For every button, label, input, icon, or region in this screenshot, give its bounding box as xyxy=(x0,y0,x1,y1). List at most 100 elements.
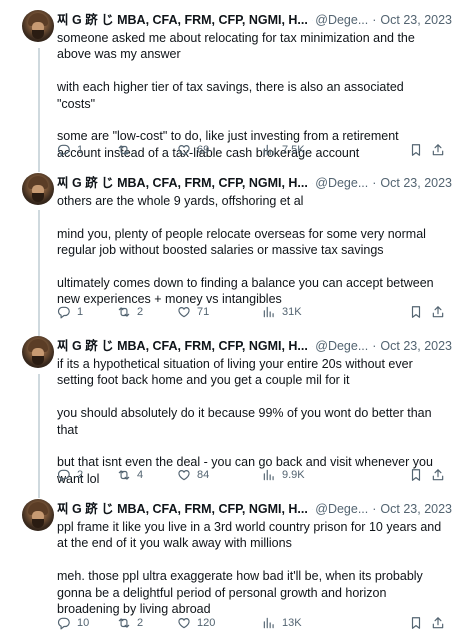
views-chart-icon xyxy=(263,617,274,629)
reply-count: 10 xyxy=(77,617,90,629)
like-count: 84 xyxy=(197,469,210,481)
views-button[interactable]: 13K xyxy=(262,615,302,631)
tweet[interactable]: 찌 G 跻 じ MBA, CFA, FRM, CFP, NGMI, H... @… xyxy=(0,499,454,635)
bookmark-button[interactable] xyxy=(409,615,423,631)
reply-icon xyxy=(57,469,70,482)
retweet-icon xyxy=(118,307,130,317)
action-bar: 10 2 120 13K xyxy=(57,615,447,631)
tweet-header: 찌 G 跻 じ MBA, CFA, FRM, CFP, NGMI, H... @… xyxy=(57,500,452,518)
share-icon xyxy=(432,306,444,318)
tweet-text: ppl frame it like you live in a 3rd worl… xyxy=(57,519,442,617)
views-chart-icon xyxy=(263,469,274,481)
tweet-paragraph: ppl frame it like you live in a 3rd worl… xyxy=(57,520,442,551)
reply-button[interactable]: 1 xyxy=(57,142,83,158)
share-button[interactable] xyxy=(431,467,445,483)
tweet-date[interactable]: Oct 23, 2023 xyxy=(380,337,452,355)
tweet-paragraph: with each higher tier of tax savings, th… xyxy=(57,80,404,111)
heart-icon xyxy=(178,145,190,156)
tweet-paragraph: you should absolutely do it because 99% … xyxy=(57,406,432,437)
action-bar: 1 69 7.5K xyxy=(57,142,447,158)
author-handle[interactable]: @Dege... xyxy=(315,174,368,192)
heart-icon xyxy=(178,470,190,481)
author-name[interactable]: 찌 G 跻 じ MBA, CFA, FRM, CFP, NGMI, H... xyxy=(57,174,308,192)
tweet-text: others are the whole 9 yards, offshoring… xyxy=(57,193,442,308)
retweet-icon xyxy=(118,618,130,628)
reply-button[interactable]: 2 xyxy=(57,467,83,483)
reply-button[interactable]: 10 xyxy=(57,615,89,631)
view-count: 13K xyxy=(282,617,302,629)
author-handle[interactable]: @Dege... xyxy=(315,500,368,518)
retweet-button[interactable]: 4 xyxy=(117,467,143,483)
tweet-header: 찌 G 跻 じ MBA, CFA, FRM, CFP, NGMI, H... @… xyxy=(57,337,452,355)
tweet[interactable]: 찌 G 跻 じ MBA, CFA, FRM, CFP, NGMI, H... @… xyxy=(0,173,454,325)
bookmark-button[interactable] xyxy=(409,467,423,483)
share-icon xyxy=(432,469,444,481)
share-button[interactable] xyxy=(431,304,445,320)
avatar[interactable] xyxy=(22,499,54,531)
reply-icon xyxy=(57,617,70,630)
views-chart-icon xyxy=(263,144,274,156)
reply-icon xyxy=(57,306,70,319)
bookmark-button[interactable] xyxy=(409,304,423,320)
heart-icon xyxy=(178,307,190,318)
author-handle[interactable]: @Dege... xyxy=(315,337,368,355)
tweet-date[interactable]: Oct 23, 2023 xyxy=(380,11,452,29)
avatar[interactable] xyxy=(22,173,54,205)
tweet-date[interactable]: Oct 23, 2023 xyxy=(380,500,452,518)
view-count: 31K xyxy=(282,306,302,318)
views-button[interactable]: 9.9K xyxy=(262,467,305,483)
separator-dot: · xyxy=(372,13,377,27)
tweet-header: 찌 G 跻 じ MBA, CFA, FRM, CFP, NGMI, H... @… xyxy=(57,11,452,29)
separator-dot: · xyxy=(372,176,377,190)
retweet-count: 2 xyxy=(137,306,144,318)
tweet[interactable]: 찌 G 跻 じ MBA, CFA, FRM, CFP, NGMI, H... @… xyxy=(0,10,454,162)
retweet-button[interactable]: 2 xyxy=(117,304,143,320)
separator-dot: · xyxy=(372,502,377,516)
bookmark-button[interactable] xyxy=(409,142,423,158)
heart-icon xyxy=(178,618,190,629)
share-button[interactable] xyxy=(431,142,445,158)
tweet-paragraph: someone asked me about relocating for ta… xyxy=(57,31,415,62)
tweet-paragraph: meh. those ppl ultra exaggerate how bad … xyxy=(57,569,423,617)
author-name[interactable]: 찌 G 跻 じ MBA, CFA, FRM, CFP, NGMI, H... xyxy=(57,337,308,355)
author-name[interactable]: 찌 G 跻 じ MBA, CFA, FRM, CFP, NGMI, H... xyxy=(57,11,308,29)
action-bar: 1 2 71 31K xyxy=(57,304,447,320)
like-count: 71 xyxy=(197,306,210,318)
retweet-count: 4 xyxy=(137,469,144,481)
reply-count: 1 xyxy=(77,144,84,156)
retweet-button[interactable] xyxy=(117,142,137,158)
separator-dot: · xyxy=(372,339,377,353)
view-count: 7.5K xyxy=(282,144,305,156)
retweet-button[interactable]: 2 xyxy=(117,615,143,631)
author-name[interactable]: 찌 G 跻 じ MBA, CFA, FRM, CFP, NGMI, H... xyxy=(57,500,308,518)
reply-button[interactable]: 1 xyxy=(57,304,83,320)
reply-count: 2 xyxy=(77,469,84,481)
author-handle[interactable]: @Dege... xyxy=(315,11,368,29)
avatar[interactable] xyxy=(22,10,54,42)
views-button[interactable]: 31K xyxy=(262,304,302,320)
like-button[interactable]: 71 xyxy=(177,304,209,320)
like-button[interactable]: 120 xyxy=(177,615,215,631)
views-chart-icon xyxy=(263,306,274,318)
retweet-icon xyxy=(118,145,130,155)
retweet-icon xyxy=(118,470,130,480)
tweet-paragraph: if its a hypothetical situation of livin… xyxy=(57,357,413,388)
tweet-paragraph: mind you, plenty of people relocate over… xyxy=(57,226,426,258)
like-button[interactable]: 84 xyxy=(177,467,209,483)
like-button[interactable]: 69 xyxy=(177,142,209,158)
bookmark-icon xyxy=(411,144,421,156)
views-button[interactable]: 7.5K xyxy=(262,142,305,158)
avatar[interactable] xyxy=(22,336,54,368)
share-button[interactable] xyxy=(431,615,445,631)
tweet-header: 찌 G 跻 じ MBA, CFA, FRM, CFP, NGMI, H... @… xyxy=(57,174,452,192)
tweet[interactable]: 찌 G 跻 じ MBA, CFA, FRM, CFP, NGMI, H... @… xyxy=(0,336,454,488)
bookmark-icon xyxy=(411,469,421,481)
retweet-count: 2 xyxy=(137,617,144,629)
share-icon xyxy=(432,144,444,156)
share-icon xyxy=(432,617,444,629)
action-bar: 2 4 84 9.9K xyxy=(57,467,447,483)
bookmark-icon xyxy=(411,306,421,318)
tweet-date[interactable]: Oct 23, 2023 xyxy=(380,174,452,192)
like-count: 69 xyxy=(197,144,210,156)
view-count: 9.9K xyxy=(282,469,305,481)
